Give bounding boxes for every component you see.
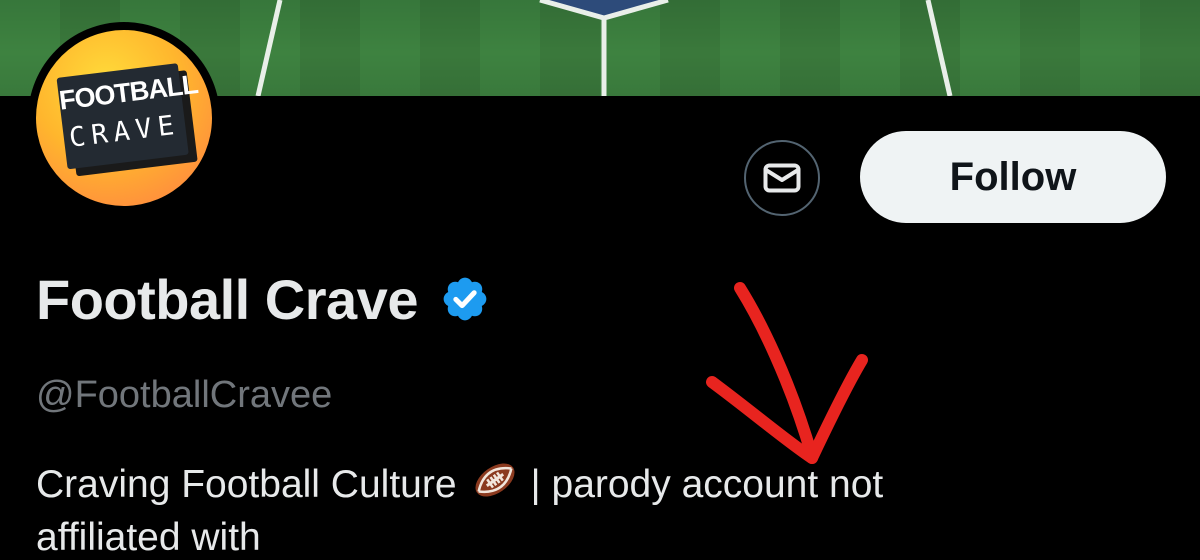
profile-handle: @FootballCravee bbox=[36, 374, 333, 416]
logo-text-football: FOOTBALL bbox=[57, 69, 200, 116]
envelope-icon bbox=[763, 163, 801, 193]
verified-badge-icon[interactable] bbox=[440, 274, 490, 324]
profile-avatar[interactable]: FOOTBALL CRAVE bbox=[28, 22, 220, 214]
red-arrow-annotation bbox=[706, 282, 868, 464]
profile-name-row: Football Crave bbox=[36, 262, 490, 336]
follow-button[interactable]: Follow bbox=[860, 131, 1166, 223]
american-football-icon bbox=[471, 460, 519, 510]
display-name: Football Crave bbox=[36, 267, 418, 331]
message-button[interactable] bbox=[744, 140, 820, 216]
avatar-logo: FOOTBALL CRAVE bbox=[36, 30, 212, 206]
logo-text-crave: CRAVE bbox=[67, 109, 182, 154]
bio-line-2: affiliated with bbox=[36, 516, 261, 559]
bio-text: Craving Football Culture bbox=[36, 463, 457, 506]
